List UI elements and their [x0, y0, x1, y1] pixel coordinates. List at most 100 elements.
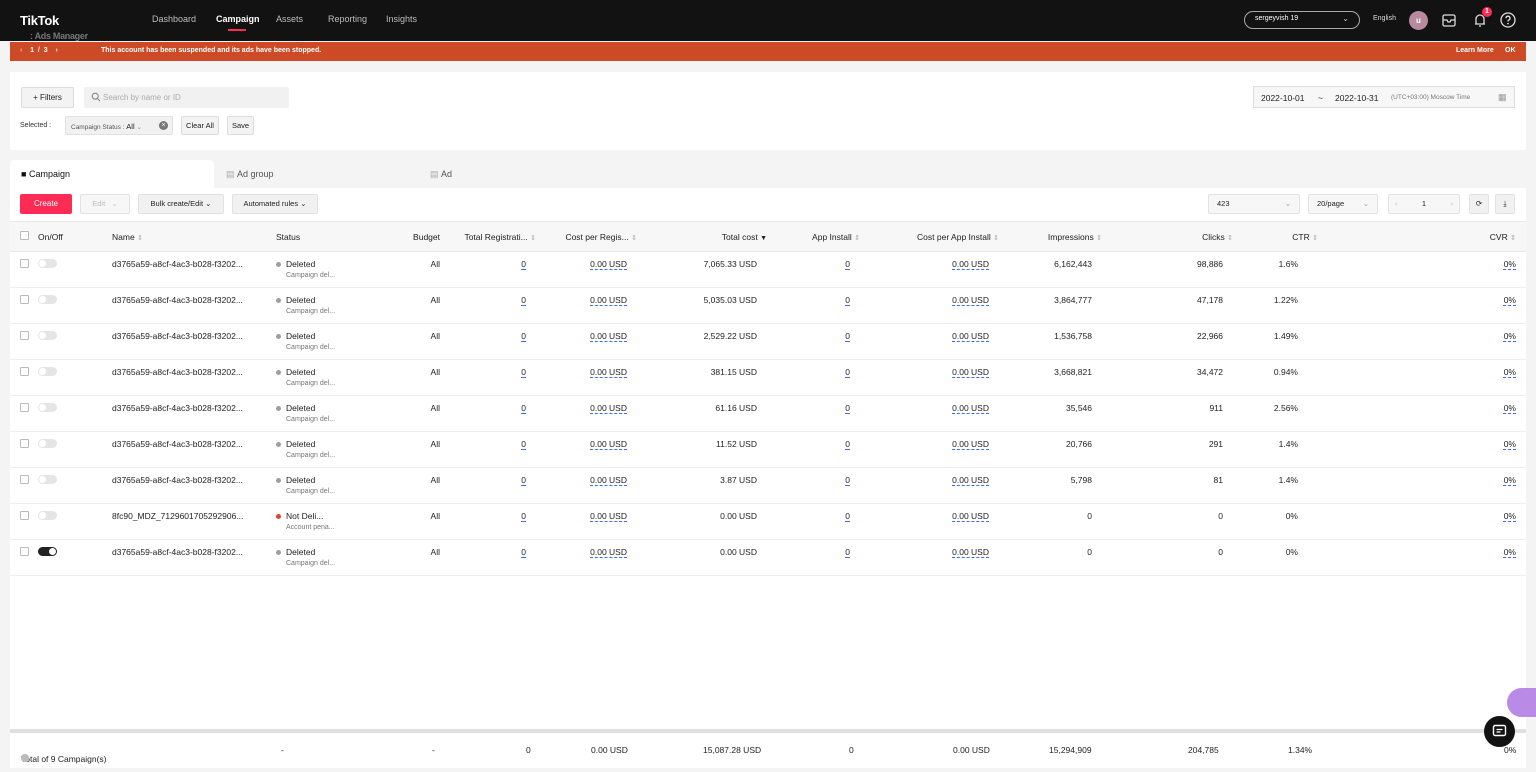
- header-cost-per-registration[interactable]: Cost per Regis... ⇕: [536, 221, 637, 252]
- on-off-toggle[interactable]: [38, 547, 57, 556]
- campaign-name-link[interactable]: d3765a59-a8cf-4ac3-b028-f3202...: [112, 359, 276, 396]
- edit-button[interactable]: Edit ⌄: [80, 194, 130, 214]
- tab-campaign[interactable]: ■ Campaign: [10, 160, 214, 188]
- header-cost-per-app-install[interactable]: Cost per App Install ⇕: [860, 221, 999, 252]
- sort-icon: ⇕: [1312, 234, 1318, 242]
- clear-all-button[interactable]: Clear All: [181, 116, 219, 135]
- header-total-cost[interactable]: Total cost ▼: [637, 221, 767, 252]
- campaign-name-link[interactable]: 8fc90_MDZ_7129601705292906...: [112, 503, 276, 540]
- row-toggle[interactable]: [38, 287, 112, 324]
- row-toggle[interactable]: [38, 539, 112, 576]
- row-toggle[interactable]: [38, 503, 112, 540]
- on-off-toggle[interactable]: [38, 403, 57, 412]
- row-toggle[interactable]: [38, 359, 112, 396]
- close-icon[interactable]: ×: [159, 121, 168, 130]
- nav-campaign[interactable]: Campaign: [216, 14, 260, 24]
- current-page[interactable]: 1: [1422, 199, 1426, 208]
- horizontal-scrollbar[interactable]: [10, 729, 1526, 733]
- on-off-toggle[interactable]: [38, 475, 57, 484]
- table-row[interactable]: d3765a59-a8cf-4ac3-b028-f3202... Deleted C…: [10, 287, 1526, 324]
- table-row[interactable]: d3765a59-a8cf-4ac3-b028-f3202... Deleted C…: [10, 395, 1526, 432]
- header-name[interactable]: Name ⇕: [112, 221, 276, 252]
- on-off-toggle[interactable]: [38, 295, 57, 304]
- row-checkbox[interactable]: [10, 467, 38, 504]
- chat-support-button[interactable]: [1484, 716, 1515, 747]
- row-checkbox[interactable]: [10, 503, 38, 540]
- campaign-name-link[interactable]: d3765a59-a8cf-4ac3-b028-f3202...: [112, 539, 276, 576]
- table-row[interactable]: d3765a59-a8cf-4ac3-b028-f3202... Deleted C…: [10, 539, 1526, 576]
- prev-page-icon[interactable]: ‹: [1395, 195, 1398, 213]
- save-filter-button[interactable]: Save: [227, 116, 254, 135]
- banner-next-icon[interactable]: ›: [55, 47, 57, 54]
- header-cvr[interactable]: CVR ⇕: [1318, 221, 1526, 252]
- table-row[interactable]: d3765a59-a8cf-4ac3-b028-f3202... Deleted C…: [10, 359, 1526, 396]
- filters-button[interactable]: + Filters: [21, 87, 74, 108]
- automated-rules-button[interactable]: Automated rules ⌄: [232, 194, 318, 214]
- row-checkbox[interactable]: [10, 251, 38, 288]
- header-app-install[interactable]: App Install ⇕: [767, 221, 860, 252]
- row-toggle[interactable]: [38, 467, 112, 504]
- account-id-select[interactable]: 423 ⌄: [1208, 194, 1300, 214]
- learn-more-link[interactable]: Learn More: [1456, 47, 1494, 54]
- export-icon[interactable]: ⤓: [1495, 194, 1515, 214]
- on-off-toggle[interactable]: [38, 331, 57, 340]
- on-off-toggle[interactable]: [38, 259, 57, 268]
- table-row[interactable]: d3765a59-a8cf-4ac3-b028-f3202... Deleted C…: [10, 467, 1526, 504]
- account-selector[interactable]: sergeyvish 19 ⌄: [1244, 11, 1360, 29]
- campaign-status-filter-chip[interactable]: Campaign Status : All ⌄ ×: [65, 116, 173, 135]
- select-all-checkbox[interactable]: [10, 221, 38, 252]
- inbox-icon[interactable]: [1440, 11, 1458, 29]
- row-checkbox[interactable]: [10, 359, 38, 396]
- table-row[interactable]: 8fc90_MDZ_7129601705292906... Not Deli...…: [10, 503, 1526, 540]
- banner-prev-icon[interactable]: ‹: [20, 47, 22, 54]
- nav-dashboard[interactable]: Dashboard: [152, 14, 196, 24]
- level-tabs: ■ Campaign ▤ Ad group ▤ Ad: [10, 160, 1526, 188]
- tab-ad[interactable]: ▤ Ad: [430, 160, 620, 188]
- campaign-name-link[interactable]: d3765a59-a8cf-4ac3-b028-f3202...: [112, 467, 276, 504]
- row-toggle[interactable]: [38, 323, 112, 360]
- header-clicks[interactable]: Clicks ⇕: [1102, 221, 1233, 252]
- row-checkbox[interactable]: [10, 287, 38, 324]
- next-page-icon[interactable]: ›: [1451, 195, 1454, 213]
- campaign-name-link[interactable]: d3765a59-a8cf-4ac3-b028-f3202...: [112, 323, 276, 360]
- create-button[interactable]: Create: [20, 194, 72, 214]
- campaign-name-link[interactable]: d3765a59-a8cf-4ac3-b028-f3202...: [112, 287, 276, 324]
- banner-ok-button[interactable]: OK: [1505, 47, 1516, 54]
- header-total-registrations[interactable]: Total Registrati... ⇕: [440, 221, 536, 252]
- status-cell: Deleted Campaign del...: [276, 395, 380, 432]
- row-checkbox[interactable]: [10, 323, 38, 360]
- chip-value: All: [126, 122, 135, 131]
- nav-insights[interactable]: Insights: [386, 14, 417, 24]
- header-ctr[interactable]: CTR ⇕: [1233, 221, 1318, 252]
- row-checkbox[interactable]: [10, 431, 38, 468]
- date-range-picker[interactable]: 2022-10-01 ~ 2022-10-31 (UTC+03:00) Mosc…: [1253, 86, 1515, 108]
- tiktok-ads-logo[interactable]: TikTok: Ads Manager: [20, 13, 88, 41]
- on-off-toggle[interactable]: [38, 511, 57, 520]
- row-checkbox[interactable]: [10, 539, 38, 576]
- table-row[interactable]: d3765a59-a8cf-4ac3-b028-f3202... Deleted C…: [10, 323, 1526, 360]
- on-off-toggle[interactable]: [38, 367, 57, 376]
- row-checkbox[interactable]: [10, 395, 38, 432]
- nav-reporting[interactable]: Reporting: [328, 14, 367, 24]
- bulk-create-edit-button[interactable]: Bulk create/Edit ⌄: [138, 194, 224, 214]
- search-input[interactable]: [103, 90, 283, 104]
- nav-assets[interactable]: Assets: [276, 14, 303, 24]
- campaign-name-link[interactable]: d3765a59-a8cf-4ac3-b028-f3202...: [112, 251, 276, 288]
- campaign-name-link[interactable]: d3765a59-a8cf-4ac3-b028-f3202...: [112, 395, 276, 432]
- page-size-select[interactable]: 20/page ⌄: [1308, 194, 1378, 214]
- language-selector[interactable]: English: [1373, 15, 1396, 22]
- header-impressions[interactable]: Impressions ⇕: [999, 221, 1102, 252]
- feedback-bubble[interactable]: [1507, 688, 1536, 717]
- row-toggle[interactable]: [38, 395, 112, 432]
- row-toggle[interactable]: [38, 251, 112, 288]
- tab-ad-group[interactable]: ▤ Ad group: [226, 160, 416, 188]
- on-off-toggle[interactable]: [38, 439, 57, 448]
- avatar[interactable]: u: [1409, 11, 1428, 30]
- campaign-name-link[interactable]: d3765a59-a8cf-4ac3-b028-f3202...: [112, 431, 276, 468]
- help-icon[interactable]: [1499, 11, 1517, 29]
- table-row[interactable]: d3765a59-a8cf-4ac3-b028-f3202... Deleted C…: [10, 431, 1526, 468]
- total-registrations-cell: 0: [440, 503, 536, 540]
- row-toggle[interactable]: [38, 431, 112, 468]
- refresh-icon[interactable]: ⟳: [1469, 194, 1489, 214]
- table-row[interactable]: d3765a59-a8cf-4ac3-b028-f3202... Deleted C…: [10, 251, 1526, 288]
